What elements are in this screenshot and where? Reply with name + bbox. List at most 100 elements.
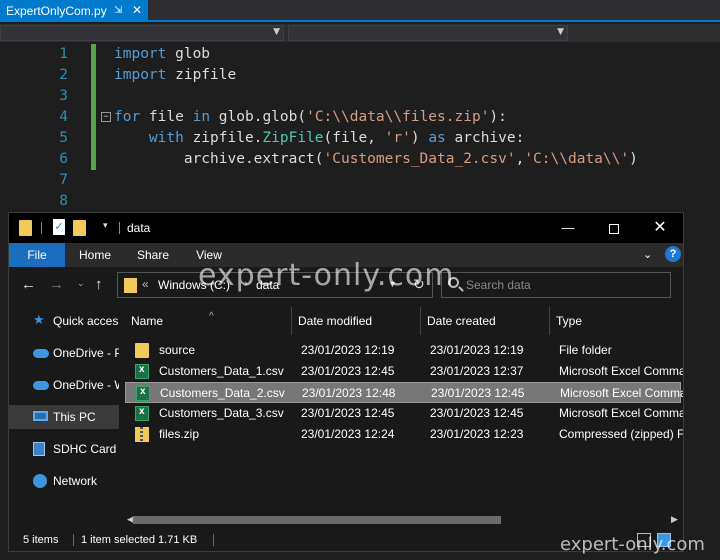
nav-item-label: OneDrive - Personal <box>53 346 119 360</box>
pin-icon[interactable]: ⇲ <box>114 5 122 16</box>
code-token: ): <box>489 109 507 125</box>
file-row[interactable]: Customers_Data_1.csv 23/01/2023 12:45 23/0… <box>125 361 683 382</box>
scrollbar-thumb[interactable] <box>133 516 501 524</box>
line-number: 5 <box>59 130 68 146</box>
code-line[interactable]: 7 <box>0 170 720 191</box>
code-token: import <box>114 46 167 62</box>
zip-folder-icon <box>135 427 149 442</box>
expand-ribbon-icon[interactable]: ⌄ <box>643 248 652 261</box>
code-line[interactable]: 6 archive.extract('Customers_Data_2.csv'… <box>0 149 720 170</box>
maximize-button[interactable] <box>591 213 637 243</box>
code-token: zipfile <box>166 67 237 83</box>
code-token: as <box>428 130 446 146</box>
close-tab-icon[interactable]: ✕ <box>132 3 142 17</box>
nav-item[interactable]: SDHC Card <box>9 437 119 461</box>
close-button[interactable]: ✕ <box>637 213 683 243</box>
code-token: zipfile. <box>183 130 263 146</box>
nav-item-label: OneDrive - Work <box>53 378 119 392</box>
code-line[interactable]: 4 for file in glob.glob('C:\\data\\files.… <box>0 107 720 128</box>
code-token: 'C:\\data\\' <box>524 151 630 167</box>
customize-toolbar-icon[interactable]: ▾ <box>103 220 108 231</box>
excel-csv-icon <box>135 406 149 421</box>
nav-item-label: This PC <box>53 410 96 424</box>
file-row[interactable]: files.zip 23/01/2023 12:24 23/01/2023 12:2… <box>125 424 683 445</box>
nav-item[interactable]: This PC <box>9 405 119 429</box>
nav-item[interactable]: OneDrive - Work <box>9 373 119 397</box>
divider <box>41 222 42 234</box>
file-date-modified: 23/01/2023 12:45 <box>301 406 395 420</box>
code-token: archive.extract( <box>114 151 324 167</box>
file-type: Microsoft Excel Comma Sep <box>560 386 683 400</box>
tab-file[interactable]: File <box>9 243 65 267</box>
up-button[interactable]: ↑ <box>95 276 103 293</box>
computer-icon <box>33 411 48 421</box>
code-line[interactable]: 8 <box>0 191 720 212</box>
column-header-type[interactable]: Type <box>549 307 683 335</box>
code-token: for <box>114 109 141 125</box>
editor-navigation-bar: ▼ ▼ <box>0 24 720 42</box>
code-text: import zipfile <box>114 65 236 86</box>
scroll-right-icon[interactable]: ▶ <box>671 514 678 525</box>
column-header-label: Name <box>131 314 164 328</box>
sd-card-icon <box>33 442 45 456</box>
file-date-created: 23/01/2023 12:45 <box>431 386 525 400</box>
title-bar[interactable]: ✓ ▾ data — ✕ <box>9 213 683 243</box>
tab-home[interactable]: Home <box>65 243 125 267</box>
member-dropdown[interactable]: ▼ <box>288 25 568 41</box>
code-token: ) <box>629 151 638 167</box>
recent-locations-button[interactable]: ⌄ <box>77 278 85 289</box>
new-folder-icon[interactable] <box>73 220 86 236</box>
nav-item[interactable]: Network <box>9 469 119 493</box>
file-row[interactable]: Customers_Data_2.csv 23/01/2023 12:48 23/0… <box>125 382 683 403</box>
code-line[interactable]: 1 import glob <box>0 44 720 65</box>
file-date-created: 23/01/2023 12:19 <box>430 343 524 357</box>
file-date-modified: 23/01/2023 12:19 <box>301 343 395 357</box>
editor-tab[interactable]: ExpertOnlyCom.py ⇲ ✕ <box>0 0 148 22</box>
file-list[interactable]: ^ Name Date modified Date created Type s… <box>119 303 683 525</box>
column-header-name[interactable]: ^ Name <box>125 307 295 335</box>
file-date-modified: 23/01/2023 12:48 <box>302 386 396 400</box>
navigation-pane[interactable]: ★ Quick access OneDrive - Personal OneDrive… <box>9 303 119 525</box>
line-number: 2 <box>59 67 68 83</box>
file-type: Microsoft Excel Comma Sep <box>559 406 683 420</box>
search-box[interactable] <box>441 272 671 298</box>
code-line[interactable]: 3 <box>0 86 720 107</box>
code-line[interactable]: 5 with zipfile.ZipFile(file, 'r') as arc… <box>0 128 720 149</box>
divider <box>73 534 74 546</box>
line-number: 7 <box>59 172 68 188</box>
file-name: Customers_Data_3.csv <box>159 406 284 420</box>
file-date-created: 23/01/2023 12:23 <box>430 427 524 441</box>
column-header-date-modified[interactable]: Date modified <box>291 307 421 335</box>
properties-icon[interactable]: ✓ <box>53 219 65 235</box>
code-token: with <box>148 130 184 146</box>
scope-dropdown[interactable]: ▼ <box>0 25 284 41</box>
file-row[interactable]: source 23/01/2023 12:19 23/01/2023 12:19 Fi… <box>125 340 681 361</box>
excel-csv-icon <box>135 364 149 379</box>
editor-tab-bar: ExpertOnlyCom.py ⇲ ✕ <box>0 0 720 22</box>
forward-button[interactable]: → <box>49 276 64 293</box>
tab-share[interactable]: Share <box>125 243 181 267</box>
nav-item[interactable]: OneDrive - Personal <box>9 341 119 365</box>
breadcrumb-overflow-icon[interactable]: « <box>142 277 149 291</box>
column-header-date-created[interactable]: Date created <box>420 307 550 335</box>
nav-item[interactable]: ★ Quick access <box>9 309 119 333</box>
search-input[interactable] <box>466 276 666 294</box>
cloud-icon <box>33 349 49 358</box>
code-token: 'C:\\data\\files.zip' <box>306 109 490 125</box>
file-row[interactable]: Customers_Data_3.csv 23/01/2023 12:45 23/0… <box>125 403 683 424</box>
line-number: 4 <box>59 109 68 125</box>
nav-item-label: Quick access <box>53 314 119 328</box>
help-icon[interactable]: ? <box>665 246 681 262</box>
minimize-button[interactable]: — <box>545 213 591 243</box>
file-type: Compressed (zipped) Fold <box>559 427 683 441</box>
back-button[interactable]: ← <box>21 276 36 293</box>
folder-icon <box>124 278 137 293</box>
horizontal-scrollbar[interactable]: ◀ ▶ <box>119 513 683 527</box>
line-number: 8 <box>59 193 68 209</box>
code-line[interactable]: 2 import zipfile <box>0 65 720 86</box>
file-name: files.zip <box>159 427 200 441</box>
corner-watermark: expert-only.com <box>560 534 705 555</box>
file-type: Microsoft Excel Comma Sep <box>559 364 683 378</box>
nav-item-label: Network <box>53 474 98 488</box>
